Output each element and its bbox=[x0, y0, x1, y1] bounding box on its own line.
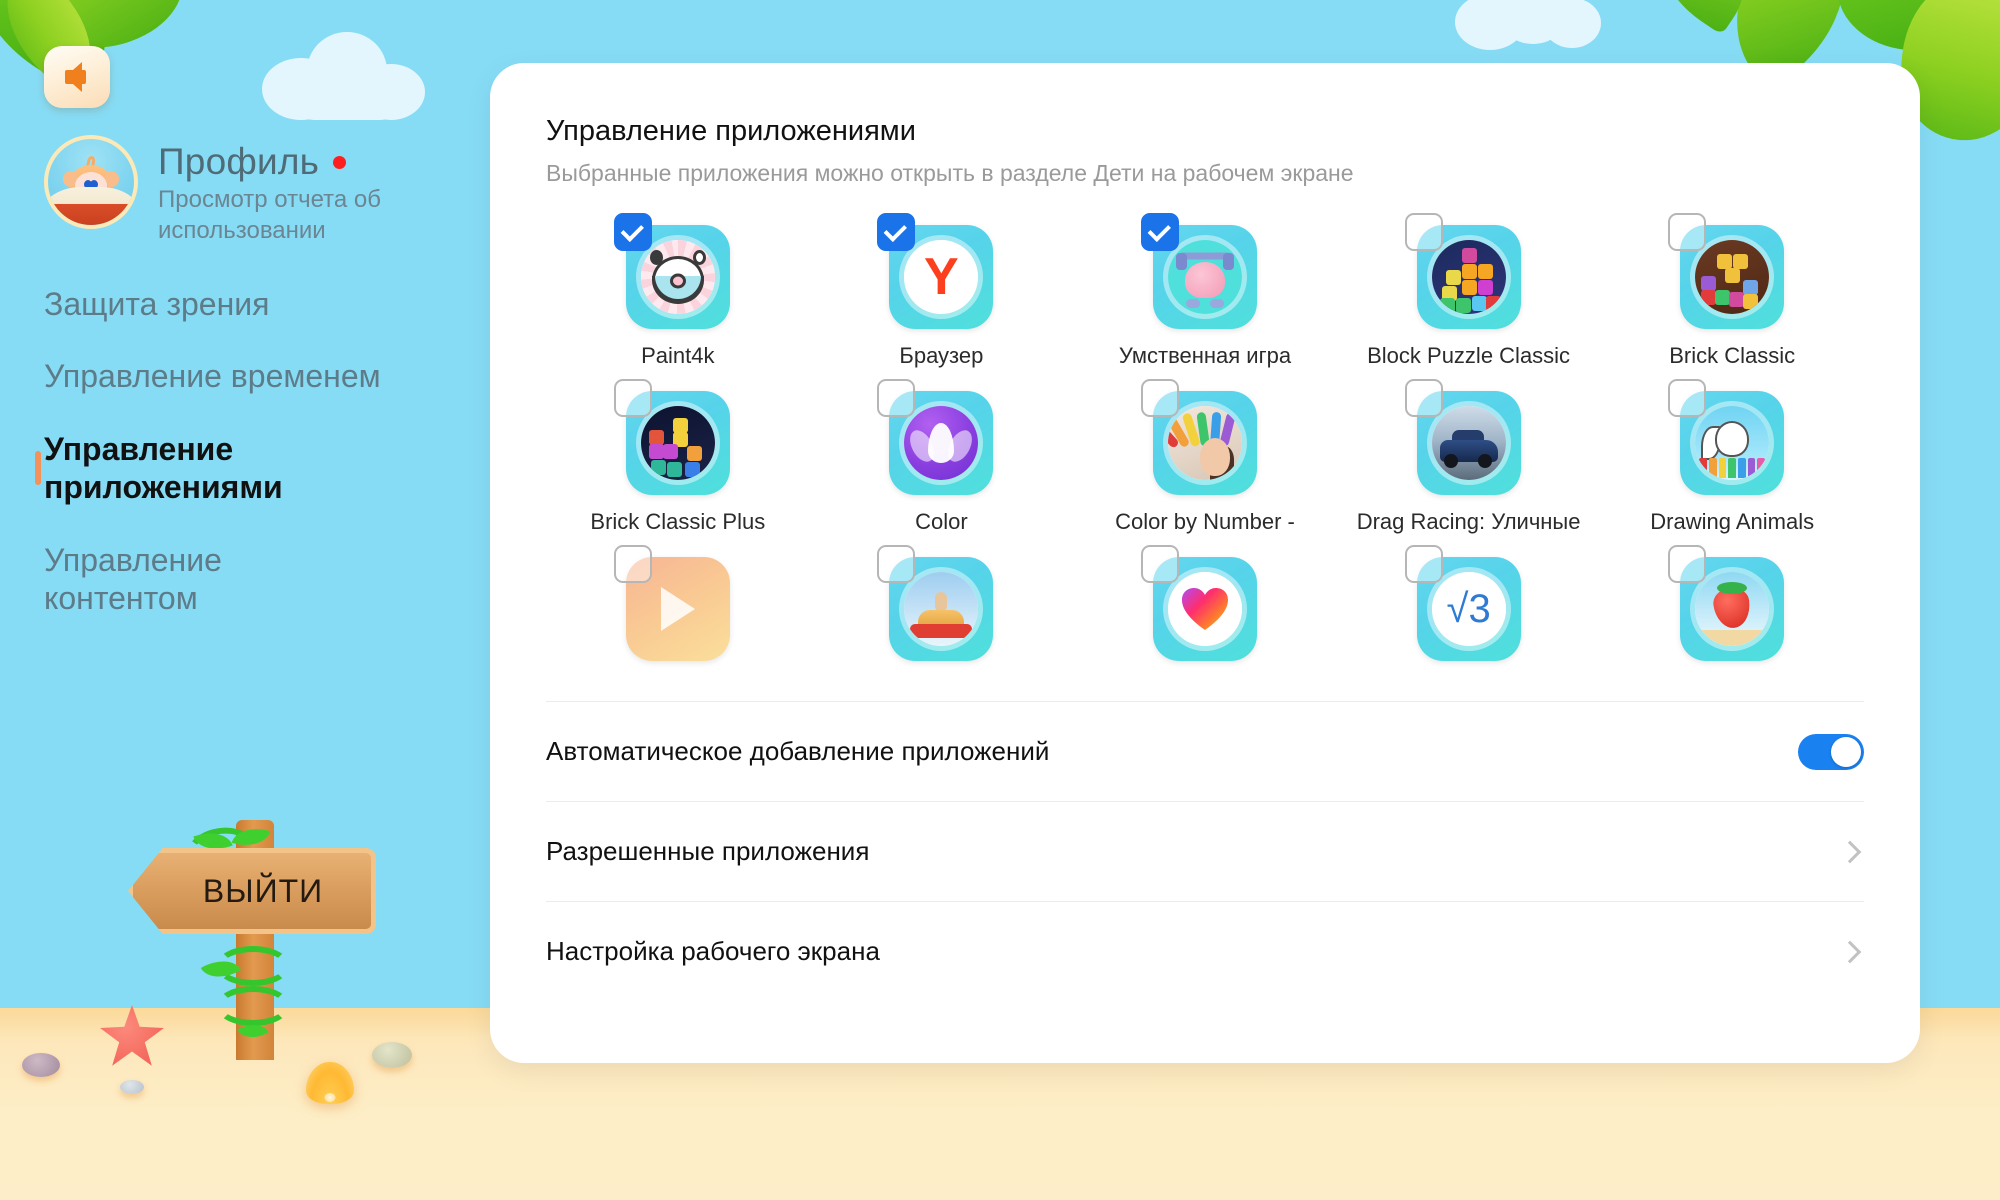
app-checkbox[interactable] bbox=[1404, 213, 1443, 251]
app-cell-color-by-number[interactable]: Color by Number - bbox=[1073, 379, 1337, 535]
sidebar-item-content-management[interactable]: Управление контентом bbox=[44, 524, 384, 635]
exit-signpost-button[interactable]: ВЫЙТИ bbox=[128, 800, 398, 1060]
chevron-right-icon bbox=[1838, 940, 1862, 963]
app-label: Браузер bbox=[899, 343, 984, 368]
app-label: Drag Racing: Уличные bbox=[1356, 509, 1581, 534]
app-checkbox[interactable] bbox=[613, 545, 652, 583]
vine-decoration-bottom-2 bbox=[216, 986, 290, 1026]
back-button[interactable] bbox=[44, 46, 110, 108]
app-checkbox[interactable] bbox=[1404, 379, 1443, 417]
app-cell-math-app[interactable]: √3 bbox=[1337, 545, 1601, 675]
exit-sign-board: ВЫЙТИ bbox=[128, 848, 376, 934]
app-checkbox[interactable] bbox=[613, 213, 652, 251]
app-cell-likee[interactable] bbox=[1073, 545, 1337, 675]
row-allowed-apps[interactable]: Разрешенные приложения bbox=[546, 801, 1864, 901]
app-checkbox[interactable] bbox=[1668, 379, 1707, 417]
page-subtitle: Выбранные приложения можно открыть в раз… bbox=[546, 160, 1354, 186]
avatar bbox=[44, 135, 138, 229]
app-cell-paint4k[interactable]: Paint4k bbox=[546, 213, 810, 369]
app-cell-strawberry-app[interactable] bbox=[1600, 545, 1864, 675]
app-checkbox[interactable] bbox=[1404, 545, 1443, 583]
app-checkbox[interactable] bbox=[1140, 213, 1179, 251]
pebble-purple bbox=[22, 1053, 60, 1077]
sidebar-item-eye-protection[interactable]: Защита зрения bbox=[44, 268, 384, 340]
sidebar-item-app-management[interactable]: Управление приложениями bbox=[44, 413, 384, 524]
page-title: Управление приложениями bbox=[546, 115, 916, 147]
app-root: Профиль Просмотр отчета об использовании… bbox=[0, 0, 2000, 1200]
cloud-left bbox=[262, 28, 427, 120]
chevron-right-icon bbox=[1838, 840, 1862, 863]
row-label: Разрешенные приложения bbox=[546, 836, 870, 866]
settings-panel: Управление приложениями Выбранные прилож… bbox=[490, 63, 1920, 1063]
profile-subtitle: Просмотр отчета об использовании bbox=[158, 186, 381, 244]
app-cell-block-puzzle-classic[interactable]: Block Puzzle Classic bbox=[1337, 213, 1601, 369]
sidebar-item-label: Защита зрения bbox=[44, 286, 270, 322]
profile-title: Профиль bbox=[158, 141, 320, 182]
sidebar-item-label: Управление контентом bbox=[44, 541, 222, 616]
app-checkbox[interactable] bbox=[1140, 545, 1179, 583]
app-cell-brain-game[interactable]: Умственная игра bbox=[1073, 213, 1337, 369]
app-label: Drawing Animals bbox=[1650, 509, 1815, 534]
sidebar-item-label: Управление временем bbox=[44, 358, 381, 395]
app-checkbox[interactable] bbox=[877, 379, 916, 417]
app-cell-browser[interactable]: Y Браузер bbox=[810, 213, 1074, 369]
app-cell-burger-game[interactable] bbox=[810, 545, 1074, 675]
app-cell-brick-classic-plus[interactable]: Brick Classic Plus bbox=[546, 379, 810, 535]
app-cell-drawing-animals[interactable]: Drawing Animals bbox=[1600, 379, 1864, 535]
row-home-screen-setup[interactable]: Настройка рабочего экрана bbox=[546, 901, 1864, 1001]
row-label: Автоматическое добавление приложений bbox=[546, 736, 1050, 766]
row-label: Настройка рабочего экрана bbox=[546, 936, 880, 966]
settings-list: Автоматическое добавление приложений Раз… bbox=[546, 701, 1864, 1001]
app-grid: Paint4k Y Браузер Умственная игра Block … bbox=[546, 213, 1864, 675]
back-arrow-icon bbox=[64, 62, 86, 92]
app-label: Block Puzzle Classic bbox=[1367, 343, 1571, 368]
sidebar-nav: Защита зрения Управление временем Управл… bbox=[44, 268, 384, 634]
unread-dot-icon bbox=[333, 155, 347, 169]
app-label: Умственная игра bbox=[1118, 343, 1292, 368]
row-auto-add-apps[interactable]: Автоматическое добавление приложений bbox=[546, 701, 1864, 801]
exit-label: ВЫЙТИ bbox=[202, 872, 324, 909]
auto-add-apps-toggle[interactable] bbox=[1798, 733, 1864, 770]
app-checkbox[interactable] bbox=[613, 379, 652, 417]
app-label: Brick Classic Plus bbox=[590, 509, 766, 534]
app-checkbox[interactable] bbox=[1668, 545, 1707, 583]
app-label: Color bbox=[915, 509, 968, 534]
app-cell-brick-classic[interactable]: Brick Classic bbox=[1600, 213, 1864, 369]
app-cell-color[interactable]: Color bbox=[810, 379, 1074, 535]
cloud-top bbox=[1455, 0, 1605, 52]
app-cell-drag-racing[interactable]: Drag Racing: Уличные bbox=[1337, 379, 1601, 535]
pebble-grey bbox=[120, 1080, 144, 1094]
app-label: Brick Classic bbox=[1669, 343, 1796, 368]
profile-block[interactable]: Профиль Просмотр отчета об использовании bbox=[44, 135, 458, 246]
app-label: Color by Number - bbox=[1115, 509, 1295, 534]
app-label: Paint4k bbox=[641, 343, 715, 368]
sidebar-item-time-management[interactable]: Управление временем bbox=[44, 340, 384, 412]
app-checkbox[interactable] bbox=[877, 545, 916, 583]
app-checkbox[interactable] bbox=[1668, 213, 1707, 251]
toggle-knob bbox=[1831, 736, 1861, 767]
app-checkbox[interactable] bbox=[877, 213, 916, 251]
app-checkbox[interactable] bbox=[1140, 379, 1179, 417]
app-cell-video-player[interactable] bbox=[546, 545, 810, 675]
sidebar-item-label: Управление приложениями bbox=[44, 430, 283, 506]
